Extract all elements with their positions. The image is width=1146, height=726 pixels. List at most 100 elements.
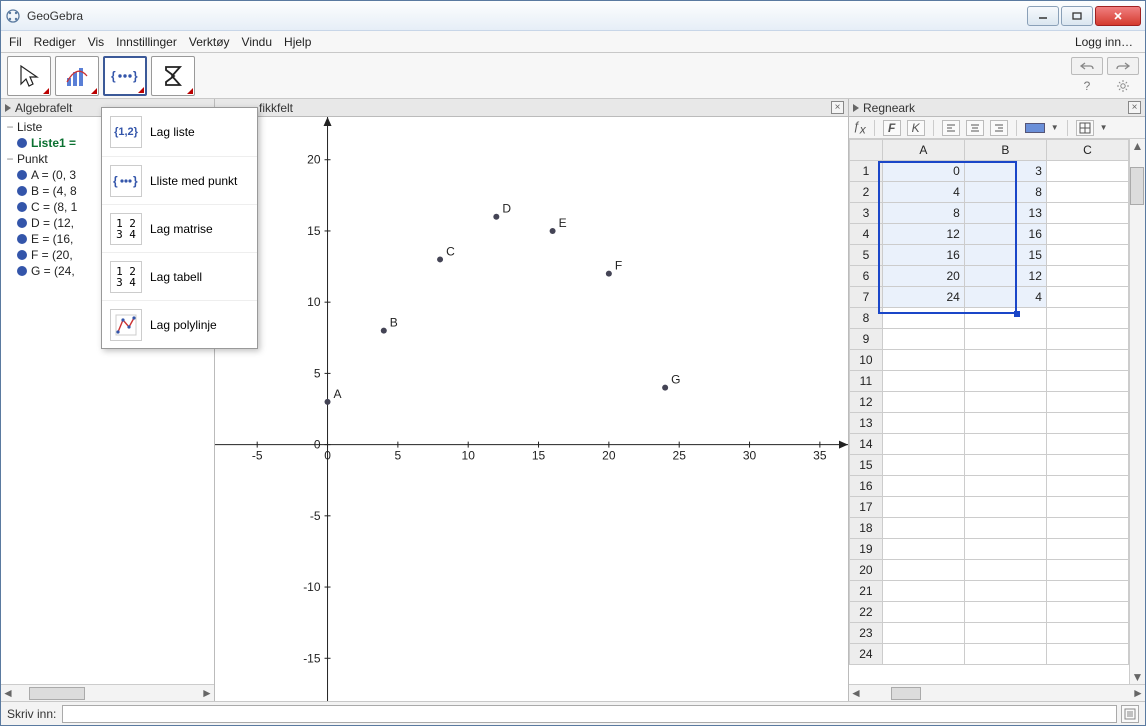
spreadsheet-title: Regneark: [863, 101, 915, 115]
undo-button[interactable]: [1071, 57, 1103, 75]
align-left-button[interactable]: [942, 120, 960, 136]
bgcolor-button[interactable]: [1025, 123, 1045, 133]
minimize-button[interactable]: [1027, 6, 1059, 26]
menu-rediger[interactable]: Rediger: [34, 35, 76, 49]
svg-text:B: B: [390, 316, 398, 330]
graphics-title: fikkfelt: [259, 101, 293, 115]
bold-button[interactable]: F: [883, 120, 901, 136]
svg-text:G: G: [671, 373, 680, 387]
window-title: GeoGebra: [27, 9, 83, 23]
tool-sum[interactable]: [151, 56, 195, 96]
spreadsheet-hscrollbar[interactable]: ◄►: [849, 684, 1145, 701]
chevron-down-icon[interactable]: ▼: [1051, 123, 1059, 132]
dropdown-label: Lag polylinje: [150, 318, 217, 332]
svg-text:25: 25: [673, 449, 687, 463]
app-icon: [5, 8, 21, 24]
menu-innstillinger[interactable]: Innstillinger: [116, 35, 177, 49]
svg-text:-5: -5: [310, 509, 321, 523]
menu-verktoy[interactable]: Verktøy: [189, 35, 230, 49]
dropdown-label: Lag tabell: [150, 270, 202, 284]
svg-text:15: 15: [307, 224, 321, 238]
dropdown-label: Lag liste: [150, 125, 195, 139]
input-bar: Skriv inn:: [1, 701, 1145, 725]
titlebar: GeoGebra: [1, 1, 1145, 31]
svg-text:30: 30: [743, 449, 757, 463]
spreadsheet-grid[interactable]: ABC1032483813412165161562012724489101112…: [849, 139, 1129, 684]
svg-text:F: F: [615, 259, 622, 273]
svg-text:20: 20: [307, 153, 321, 167]
svg-text:}: }: [133, 174, 138, 188]
algebra-hscrollbar[interactable]: ◄►: [1, 684, 214, 701]
settings-icon[interactable]: [1107, 77, 1139, 95]
tool-analysis[interactable]: [55, 56, 99, 96]
svg-text:15: 15: [532, 449, 546, 463]
input-label: Skriv inn:: [7, 707, 56, 721]
dropdown-label: Lliste med punkt: [150, 174, 237, 188]
spreadsheet-panel: Regneark × ƒx F K ▼ ▼ ABC103248381341216…: [848, 99, 1145, 701]
table-icon: 1 2 3 4: [110, 261, 142, 293]
svg-text:D: D: [502, 202, 511, 216]
tool-dropdown: {1,2} Lag liste {} Lliste med punkt 1 2 …: [101, 107, 258, 349]
dropdown-liste-med-punkt[interactable]: {} Lliste med punkt: [102, 156, 257, 204]
collapse-icon[interactable]: [5, 104, 11, 112]
spreadsheet-toolbar: ƒx F K ▼ ▼: [849, 117, 1145, 139]
svg-text:10: 10: [462, 449, 476, 463]
menu-vindu[interactable]: Vindu: [242, 35, 272, 49]
graphics-panel: fikkfelt × -505101520253035-15-10-505101…: [215, 99, 848, 701]
borders-button[interactable]: [1076, 120, 1094, 136]
polyline-icon: [110, 309, 142, 341]
svg-text:A: A: [334, 387, 342, 401]
toolbar: {} ?: [1, 53, 1145, 99]
list-icon: {1,2}: [110, 116, 142, 148]
tool-move[interactable]: [7, 56, 51, 96]
graphics-close-icon[interactable]: ×: [831, 101, 844, 114]
svg-text:20: 20: [602, 449, 616, 463]
dropdown-label: Lag matrise: [150, 222, 213, 236]
maximize-button[interactable]: [1061, 6, 1093, 26]
align-center-button[interactable]: [966, 120, 984, 136]
algebra-item-f[interactable]: F = (20,: [31, 248, 73, 262]
algebra-item-d[interactable]: D = (12,: [31, 216, 74, 230]
algebra-group-liste: Liste: [17, 120, 42, 134]
tool-list[interactable]: {}: [103, 56, 147, 96]
command-input[interactable]: [62, 705, 1117, 723]
algebra-item-liste1[interactable]: Liste1 =: [31, 136, 76, 150]
spreadsheet-header: Regneark ×: [849, 99, 1145, 117]
algebra-item-g[interactable]: G = (24,: [31, 264, 75, 278]
menu-hjelp[interactable]: Hjelp: [284, 35, 311, 49]
input-help-button[interactable]: [1121, 705, 1139, 723]
algebra-title: Algebrafelt: [15, 101, 72, 115]
algebra-item-a[interactable]: A = (0, 3: [31, 168, 76, 182]
close-button[interactable]: [1095, 6, 1141, 26]
selection-handle[interactable]: [1014, 311, 1020, 317]
login-link[interactable]: Logg inn…: [1075, 35, 1133, 49]
dropdown-lag-tabell[interactable]: 1 2 3 4 Lag tabell: [102, 252, 257, 300]
fx-label: ƒx: [853, 119, 866, 136]
dropdown-lag-matrise[interactable]: 1 2 3 4 Lag matrise: [102, 204, 257, 252]
dropdown-lag-liste[interactable]: {1,2} Lag liste: [102, 108, 257, 156]
collapse-icon[interactable]: [853, 104, 859, 112]
algebra-item-e[interactable]: E = (16,: [31, 232, 73, 246]
svg-text:-15: -15: [303, 651, 321, 665]
italic-button[interactable]: K: [907, 120, 925, 136]
graphics-header: fikkfelt ×: [215, 99, 848, 117]
matrix-icon: 1 2 3 4: [110, 213, 142, 245]
menu-fil[interactable]: Fil: [9, 35, 22, 49]
chevron-down-icon[interactable]: ▼: [1100, 123, 1108, 132]
svg-text:10: 10: [307, 295, 321, 309]
algebra-item-c[interactable]: C = (8, 1: [31, 200, 77, 214]
dropdown-lag-polylinje[interactable]: Lag polylinje: [102, 300, 257, 348]
menu-vis[interactable]: Vis: [88, 35, 104, 49]
align-right-button[interactable]: [990, 120, 1008, 136]
redo-button[interactable]: [1107, 57, 1139, 75]
algebra-item-b[interactable]: B = (4, 8: [31, 184, 77, 198]
graphics-canvas[interactable]: -505101520253035-15-10-505101520ABCDEFG: [215, 117, 848, 701]
svg-text:-5: -5: [252, 449, 263, 463]
svg-text:35: 35: [813, 449, 827, 463]
svg-text:}: }: [133, 69, 138, 83]
svg-text:0: 0: [324, 449, 331, 463]
spreadsheet-close-icon[interactable]: ×: [1128, 101, 1141, 114]
spreadsheet-vscrollbar[interactable]: ▲▼: [1129, 139, 1145, 684]
svg-text:-10: -10: [303, 580, 321, 594]
help-icon[interactable]: ?: [1071, 77, 1103, 95]
